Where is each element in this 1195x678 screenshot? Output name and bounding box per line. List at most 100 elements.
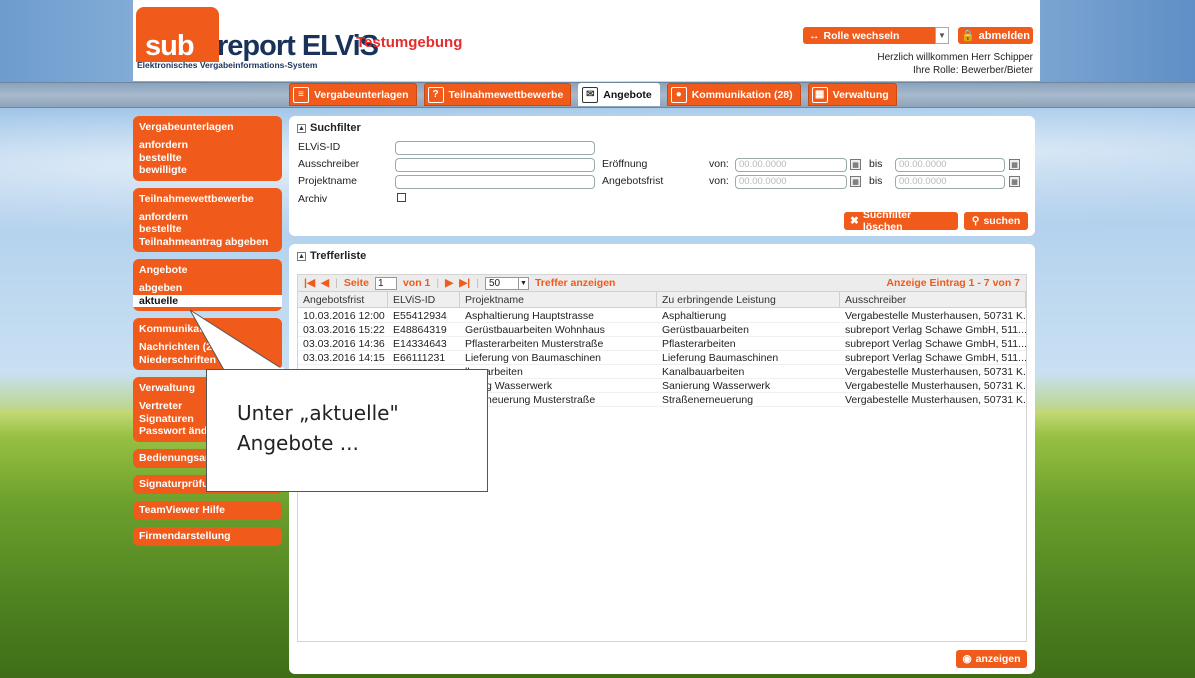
search-button[interactable]: ⚲ suchen bbox=[964, 212, 1028, 230]
sidebar-item-bestellte[interactable]: bestellte bbox=[133, 152, 282, 165]
cell-projektname: Pflasterarbeiten Musterstraße bbox=[465, 338, 604, 350]
sidebar-group-title[interactable]: Angebote bbox=[133, 261, 282, 282]
cell-angebotsfrist: 10.03.2016 12:00 bbox=[303, 310, 385, 322]
bis-label: bis bbox=[869, 158, 883, 170]
per-page-select[interactable]: 50 ▼ bbox=[484, 276, 529, 290]
tab-vergabeunterlagen[interactable]: ≡ Vergabeunterlagen bbox=[289, 83, 417, 106]
eroeffnung-to-input[interactable]: 00.00.0000 bbox=[895, 158, 1005, 172]
logout-button[interactable]: 🔒 abmelden bbox=[958, 27, 1033, 44]
next-page-icon[interactable]: ▶ bbox=[445, 277, 453, 289]
sidebar-link-teamviewer[interactable]: TeamViewer Hilfe bbox=[133, 501, 282, 520]
first-page-icon[interactable]: |◀ bbox=[304, 277, 315, 289]
cell-elvis-id: E55412934 bbox=[393, 310, 447, 322]
cell-leistung: Asphaltierung bbox=[662, 310, 727, 322]
sidebar-link-firmendarstellung[interactable]: Firmendarstellung bbox=[133, 527, 282, 546]
eroeffnung-from-input[interactable]: 00.00.0000 bbox=[735, 158, 847, 172]
column-header[interactable]: Projektname bbox=[460, 292, 657, 307]
ausschreiber-label: Ausschreiber bbox=[298, 158, 360, 170]
cell-projektname: Gerüstbauarbeiten Wohnhaus bbox=[465, 324, 605, 336]
tab-label: Vergabeunterlagen bbox=[314, 88, 409, 101]
page-input[interactable]: 1 bbox=[374, 276, 397, 290]
sidebar-group-angebote: Angebote abgeben aktuelle bbox=[133, 259, 282, 311]
show-button[interactable]: ◉ anzeigen bbox=[956, 650, 1027, 668]
cell-projektname: Asphaltierung Hauptstrasse bbox=[465, 310, 594, 322]
last-page-icon[interactable]: ▶| bbox=[459, 277, 470, 289]
calendar-icon[interactable]: ▦ bbox=[1009, 176, 1020, 187]
role-line: Ihre Rolle: Bewerber/Bieter bbox=[912, 65, 1033, 76]
tab-label: Kommunikation (28) bbox=[691, 88, 793, 101]
tab-kommunikation[interactable]: ● Kommunikation (28) bbox=[666, 83, 801, 106]
envelope-icon: ✉ bbox=[582, 86, 599, 103]
table-row[interactable]: 03.03.2016 15:22 E48864319 Gerüstbauarbe… bbox=[298, 323, 1026, 337]
cell-projektname: Lieferung von Baumaschinen bbox=[465, 352, 602, 364]
cell-ausschreiber: Vergabestelle Musterhausen, 50731 K... bbox=[845, 310, 1026, 322]
sidebar-item-abgeben[interactable]: abgeben bbox=[133, 282, 282, 295]
clear-filter-button[interactable]: ✖ Suchfilter löschen bbox=[844, 209, 958, 233]
elvis-id-input[interactable] bbox=[395, 141, 595, 155]
per-page-label: Treffer anzeigen bbox=[534, 277, 616, 289]
column-header[interactable]: ELViS-ID bbox=[388, 292, 460, 307]
tab-angebote[interactable]: ✉ Angebote bbox=[578, 83, 660, 106]
pager-separator: | bbox=[436, 277, 440, 289]
pager-separator: | bbox=[476, 277, 479, 289]
logo-report: report ELViS bbox=[217, 30, 379, 62]
cell-ausschreiber: Vergabestelle Musterhausen, 50731 K... bbox=[845, 380, 1026, 392]
cell-leistung: Kanalbauarbeiten bbox=[662, 366, 745, 378]
sidebar-group-firmendarstellung: Firmendarstellung bbox=[133, 526, 282, 546]
archiv-checkbox[interactable] bbox=[397, 193, 406, 202]
sidebar-group-teamviewer: TeamViewer Hilfe bbox=[133, 500, 282, 520]
sidebar-group-vergabeunterlagen: Vergabeunterlagen anfordern bestellte be… bbox=[133, 116, 282, 181]
tab-label: Teilnahmewettbewerbe bbox=[448, 88, 564, 101]
angebotsfrist-to-input[interactable]: 00.00.0000 bbox=[895, 175, 1005, 189]
tab-label: Verwaltung bbox=[832, 88, 889, 101]
calendar-icon[interactable]: ▦ bbox=[1009, 159, 1020, 170]
sidebar-group-title[interactable]: Vergabeunterlagen bbox=[133, 118, 282, 139]
table-row[interactable]: 03.03.2016 14:36 E14334643 Pflasterarbei… bbox=[298, 337, 1026, 351]
tutorial-callout: Unter „aktuelle" Angebote ... bbox=[206, 369, 488, 492]
panel-title[interactable]: ▲ Trefferliste bbox=[297, 250, 366, 262]
chevron-down-icon[interactable]: ▼ bbox=[935, 27, 949, 44]
prev-page-icon[interactable]: ◀ bbox=[321, 277, 329, 289]
search-icon: ⚲ bbox=[971, 215, 980, 227]
header: sub report ELViS Elektronisches Vergabei… bbox=[133, 0, 1040, 81]
angebotsfrist-from-input[interactable]: 00.00.0000 bbox=[735, 175, 847, 189]
page-label: Seite bbox=[343, 277, 369, 289]
sidebar-group-title[interactable]: Teilnahmewettbewerbe bbox=[133, 190, 282, 211]
environment-title: Testumgebung bbox=[356, 34, 463, 51]
calendar-icon[interactable]: ▦ bbox=[850, 176, 861, 187]
tab-teilnahmewettbewerbe[interactable]: ? Teilnahmewettbewerbe bbox=[423, 83, 572, 106]
bis-label: bis bbox=[869, 175, 883, 187]
role-switch-select[interactable]: ↔ Rolle wechseln ▼ bbox=[803, 27, 949, 44]
sidebar-item-bestellte[interactable]: bestellte bbox=[133, 223, 282, 236]
sidebar-group-teilnahmewettbewerbe: Teilnahmewettbewerbe anfordern bestellte… bbox=[133, 187, 282, 252]
cell-projektname: enerneuerung Musterstraße bbox=[465, 394, 596, 406]
table-row[interactable]: 03.03.2016 14:15 E66111231 Lieferung von… bbox=[298, 351, 1026, 365]
projektname-input[interactable] bbox=[395, 175, 595, 189]
calendar-icon[interactable]: ▦ bbox=[850, 159, 861, 170]
cell-leistung: Lieferung Baumaschinen bbox=[662, 352, 779, 364]
panel-title[interactable]: ▲ Suchfilter bbox=[297, 122, 361, 134]
logo-sub: sub bbox=[145, 30, 195, 62]
cell-angebotsfrist: 03.03.2016 14:36 bbox=[303, 338, 385, 350]
per-page-value: 50 bbox=[488, 277, 501, 289]
callout-line: Angebote ... bbox=[237, 431, 359, 455]
collapse-icon[interactable]: ▲ bbox=[297, 251, 306, 261]
sidebar-item-anfordern[interactable]: anfordern bbox=[133, 211, 282, 224]
cell-ausschreiber: Vergabestelle Musterhausen, 50731 K... bbox=[845, 366, 1026, 378]
questionnaire-icon: ? bbox=[427, 86, 444, 103]
table-row[interactable]: 10.03.2016 12:00 E55412934 Asphaltierung… bbox=[298, 309, 1026, 323]
sidebar-item-teilnahmeantrag[interactable]: Teilnahmeantrag abgeben bbox=[133, 236, 282, 249]
cell-ausschreiber: Vergabestelle Musterhausen, 50731 K... bbox=[845, 394, 1026, 406]
sidebar-item-bewilligte[interactable]: bewilligte bbox=[133, 164, 282, 177]
sidebar-item-anfordern[interactable]: anfordern bbox=[133, 139, 282, 152]
results-title: Trefferliste bbox=[310, 250, 367, 262]
column-header[interactable]: Angebotsfrist bbox=[298, 292, 388, 307]
column-header[interactable]: Ausschreiber bbox=[840, 292, 1026, 307]
eroeffnung-label: Eröffnung bbox=[602, 158, 648, 170]
tab-label: Angebote bbox=[603, 88, 652, 101]
ausschreiber-input[interactable] bbox=[395, 158, 595, 172]
tab-verwaltung[interactable]: ▦ Verwaltung bbox=[807, 83, 897, 106]
collapse-icon[interactable]: ▲ bbox=[297, 123, 306, 133]
column-header[interactable]: Zu erbringende Leistung bbox=[657, 292, 840, 307]
welcome-line: Herzlich willkommen Herr Schipper bbox=[877, 52, 1033, 63]
